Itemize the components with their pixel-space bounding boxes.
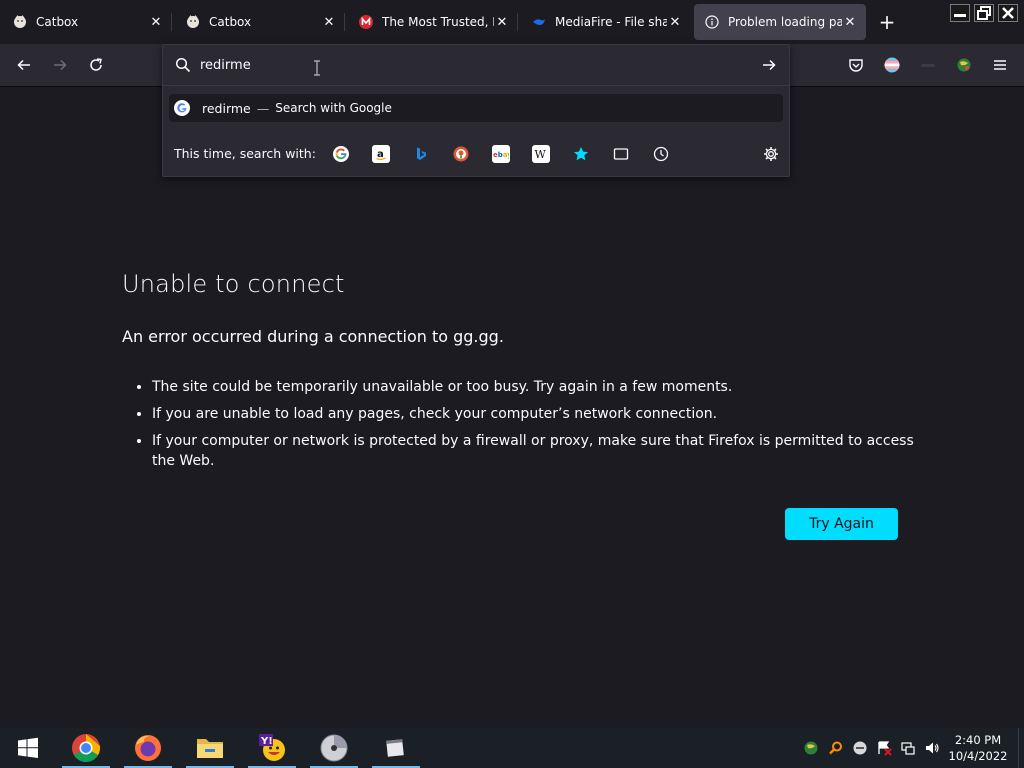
error-suggestions-list: The site could be temporarily unavailabl… xyxy=(122,377,932,478)
firefox-icon[interactable] xyxy=(120,728,176,768)
tab-title: The Most Trusted, Bes xyxy=(382,15,494,29)
svg-text:Y!: Y! xyxy=(260,736,273,747)
amazon-icon[interactable]: a xyxy=(372,145,390,163)
tab-separator xyxy=(517,13,518,31)
suggestion-action: Search with Google xyxy=(275,101,392,115)
tab-title: Catbox xyxy=(36,15,79,29)
tab-title: MediaFire - File sharin xyxy=(555,15,667,29)
tab-strip: Catbox ✕ Catbox ✕ The Most Trusted, Bes … xyxy=(0,0,1024,44)
catbox-icon xyxy=(185,14,201,30)
tab-title: Catbox xyxy=(209,15,252,29)
error-suggestion-item: The site could be temporarily unavailabl… xyxy=(152,377,932,397)
close-tab-icon[interactable]: ✕ xyxy=(667,14,683,30)
catbox-icon xyxy=(12,14,28,30)
duckduckgo-icon[interactable] xyxy=(452,145,470,163)
search-icon xyxy=(175,57,191,77)
close-tab-icon[interactable]: ✕ xyxy=(148,14,164,30)
info-icon xyxy=(704,14,720,30)
close-tab-icon[interactable]: ✕ xyxy=(494,14,510,30)
bing-icon[interactable] xyxy=(412,145,430,163)
svg-text:ebay: ebay xyxy=(493,151,509,159)
minimize-window-button[interactable] xyxy=(950,4,970,22)
ebay-icon[interactable]: ebay xyxy=(492,145,510,163)
wikipedia-icon[interactable]: W xyxy=(532,145,550,163)
clock-time: 2:40 PM xyxy=(954,733,1002,747)
error-suggestion-item: If you are unable to load any pages, che… xyxy=(152,404,932,424)
svg-text:a: a xyxy=(377,149,384,160)
tab-problem-loading-page[interactable]: Problem loading page ✕ xyxy=(694,4,866,40)
windows-taskbar: Y! 2:40 PM 10/4/2022 xyxy=(0,728,1024,768)
reload-button[interactable] xyxy=(84,53,108,77)
tab-separator xyxy=(344,13,345,31)
tab-title: Problem loading page xyxy=(728,15,842,29)
pocket-icon[interactable] xyxy=(844,53,868,77)
yahoo-messenger-icon[interactable]: Y! xyxy=(244,728,300,768)
tab-mediafire[interactable]: MediaFire - File sharin ✕ xyxy=(519,0,689,44)
text-cursor-icon xyxy=(313,60,321,80)
file-explorer-icon[interactable] xyxy=(182,728,238,768)
go-arrow-icon[interactable] xyxy=(761,57,777,77)
show-desktop-button[interactable] xyxy=(1018,728,1024,768)
forward-button[interactable] xyxy=(48,53,72,77)
error-title: Unable to connect xyxy=(122,270,345,298)
taskbar-clock[interactable]: 2:40 PM 10/4/2022 xyxy=(946,732,1010,764)
tab-mega[interactable]: The Most Trusted, Bes ✕ xyxy=(346,0,516,44)
search-oneoff-row: This time, search with: a ebay W xyxy=(163,137,789,171)
suggestion-separator: — xyxy=(256,100,270,116)
mediafire-icon xyxy=(531,14,547,30)
restore-window-button[interactable] xyxy=(974,4,994,22)
google-icon[interactable] xyxy=(332,145,350,163)
suggestion-query: redirme xyxy=(202,100,251,116)
tray-network-icon[interactable] xyxy=(900,740,916,756)
close-tab-icon[interactable]: ✕ xyxy=(842,14,858,30)
new-tab-button[interactable]: + xyxy=(877,12,897,32)
menu-hamburger-icon[interactable] xyxy=(988,53,1012,77)
error-suggestion-item: If your computer or network is protected… xyxy=(152,431,932,471)
extension-icon[interactable] xyxy=(916,53,940,77)
tab-catbox-1[interactable]: Catbox ✕ xyxy=(0,0,170,44)
close-window-button[interactable] xyxy=(998,4,1018,22)
search-suggestion-row[interactable]: redirme — Search with Google xyxy=(169,94,783,122)
extension-globe-icon[interactable] xyxy=(952,53,976,77)
tray-status-icon[interactable] xyxy=(852,740,868,756)
history-icon[interactable] xyxy=(652,145,670,163)
tab-catbox-2[interactable]: Catbox ✕ xyxy=(173,0,343,44)
back-button[interactable] xyxy=(12,53,36,77)
mega-icon xyxy=(358,14,374,30)
chrome-icon[interactable] xyxy=(58,728,114,768)
extension-flag-icon[interactable] xyxy=(880,53,904,77)
google-icon xyxy=(174,100,190,116)
urlbar-input[interactable] xyxy=(200,55,720,75)
search-settings-gear-icon[interactable] xyxy=(762,145,780,163)
tab-separator xyxy=(171,13,172,31)
tray-globe-icon[interactable] xyxy=(803,740,819,756)
dvd-player-icon[interactable] xyxy=(306,728,362,768)
urlbar-popup: redirme — Search with Google This time, … xyxy=(162,44,790,177)
windows-start-icon[interactable] xyxy=(0,728,56,768)
urlbar-divider xyxy=(163,85,789,86)
tray-search-icon[interactable] xyxy=(828,740,844,756)
clock-date: 10/4/2022 xyxy=(948,749,1008,763)
close-tab-icon[interactable]: ✕ xyxy=(321,14,337,30)
bookmarks-icon[interactable] xyxy=(572,145,590,163)
urlbar-input-row xyxy=(163,45,789,85)
tray-flag-icon[interactable] xyxy=(876,740,892,756)
window-icon[interactable] xyxy=(368,728,424,768)
oneoff-label: This time, search with: xyxy=(174,146,316,161)
error-description: An error occurred during a connection to… xyxy=(122,327,504,346)
try-again-button[interactable]: Try Again xyxy=(785,508,898,540)
svg-text:W: W xyxy=(535,148,547,161)
volume-icon[interactable] xyxy=(924,740,940,756)
tabs-icon[interactable] xyxy=(612,145,630,163)
